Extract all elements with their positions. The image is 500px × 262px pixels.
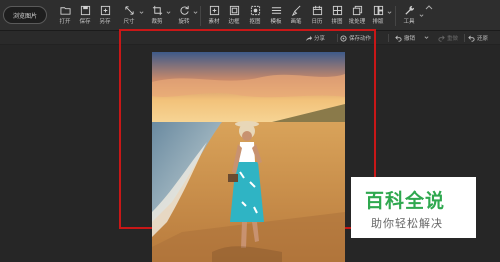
- cutout-label: 抠图: [249, 19, 261, 25]
- save-as-button[interactable]: 另存: [93, 5, 117, 27]
- crop-dropdown-icon[interactable]: [166, 10, 171, 15]
- resize-button[interactable]: 尺寸: [117, 5, 141, 27]
- brush-label: 画笔: [290, 19, 302, 25]
- batch-label: 批处理: [348, 19, 366, 25]
- save-icon: [80, 5, 90, 16]
- undo-label: 撤销: [404, 36, 416, 42]
- restore-icon: [468, 35, 475, 42]
- layout-button[interactable]: 排版: [366, 5, 390, 27]
- brush-icon: [291, 5, 300, 16]
- calendar-label: 日历: [311, 19, 323, 25]
- toolbar-divider: [200, 6, 201, 26]
- material-label: 素材: [208, 19, 220, 25]
- undo-icon: [395, 35, 402, 42]
- save-label: 保存: [79, 19, 91, 25]
- undo-dropdown-icon[interactable]: [424, 35, 429, 40]
- beach-photo: [152, 52, 345, 262]
- crop-icon: [152, 5, 162, 16]
- cutout-icon: [250, 5, 260, 16]
- border-label: 边框: [228, 19, 240, 25]
- redo-button[interactable]: 重做: [438, 33, 458, 43]
- beach-photo-image: [152, 52, 345, 262]
- watermark-title: 百科全说: [365, 190, 446, 212]
- restore-button[interactable]: 还原: [468, 33, 488, 43]
- crop-button[interactable]: 裁剪: [145, 5, 169, 27]
- tools-label: 工具: [403, 19, 415, 25]
- action-divider: [464, 34, 465, 42]
- rotate-button[interactable]: 旋转: [172, 5, 196, 27]
- calendar-icon: [312, 5, 322, 16]
- resize-icon: [124, 6, 134, 15]
- open-icon: [59, 7, 71, 15]
- batch-icon: [352, 5, 362, 16]
- collage-label: 拼图: [331, 19, 343, 25]
- tools-button[interactable]: 工具: [397, 5, 421, 27]
- collapse-caret-icon[interactable]: [425, 4, 433, 10]
- layout-dropdown-icon[interactable]: [387, 10, 392, 15]
- watermark-subtitle: 助你轻松解决: [371, 217, 443, 230]
- layout-icon: [373, 5, 383, 16]
- resize-dropdown-icon[interactable]: [139, 10, 144, 15]
- open-label: 打开: [59, 19, 71, 25]
- material-icon: [209, 5, 219, 16]
- watermark-logo: 百科全说 助你轻松解决: [351, 177, 476, 238]
- border-icon: [229, 5, 239, 16]
- rotate-icon: [179, 5, 189, 15]
- restore-label: 还原: [477, 36, 489, 42]
- wrench-icon: [404, 5, 414, 15]
- action-divider: [388, 34, 389, 42]
- browse-images-button[interactable]: 浏览图片: [3, 6, 47, 24]
- layout-label: 排版: [372, 19, 384, 25]
- crop-label: 裁剪: [151, 19, 163, 25]
- save-as-label: 另存: [99, 19, 111, 25]
- save-as-icon: [100, 5, 110, 16]
- redo-icon: [438, 35, 445, 42]
- collage-icon: [332, 5, 342, 16]
- rotate-label: 旋转: [178, 19, 190, 25]
- redo-label: 重做: [447, 36, 459, 42]
- toolbar-divider: [395, 6, 396, 26]
- template-icon: [271, 7, 281, 14]
- top-toolbar: 浏览图片 打开 保存 另存 尺寸 裁剪 旋转 素材 边框 抠图 模板 画笔 日历…: [0, 0, 500, 31]
- template-label: 模板: [270, 19, 282, 25]
- undo-button[interactable]: 撤销: [395, 33, 415, 43]
- tools-dropdown-icon[interactable]: [419, 13, 424, 18]
- resize-label: 尺寸: [123, 19, 135, 25]
- rotate-dropdown-icon[interactable]: [193, 10, 198, 15]
